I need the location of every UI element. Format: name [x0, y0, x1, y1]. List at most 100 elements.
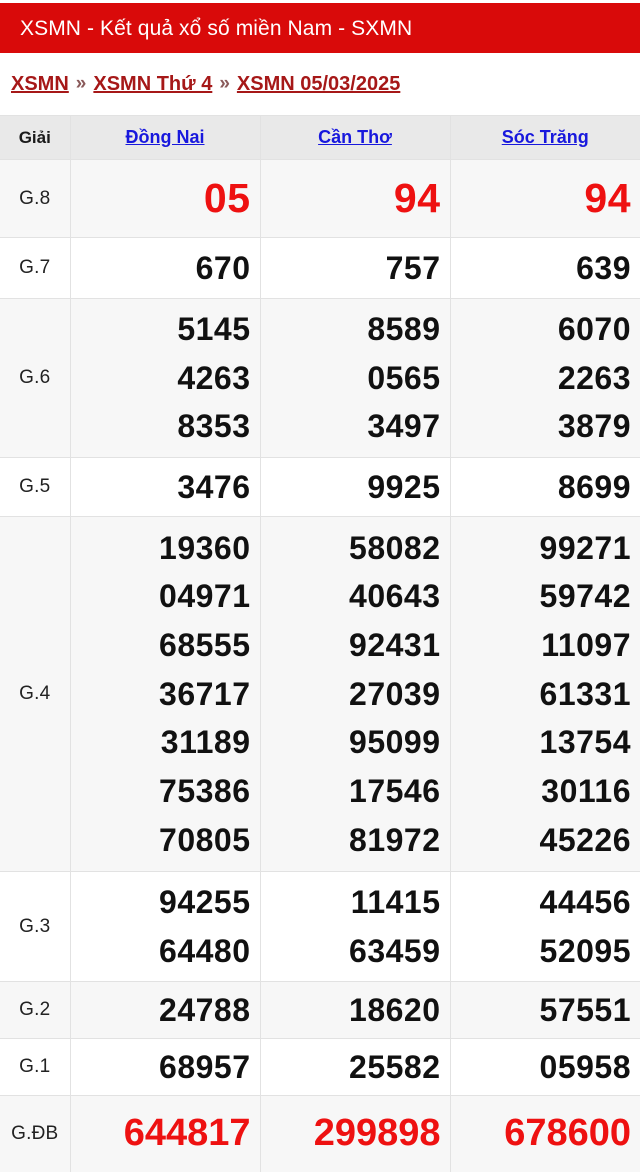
prize-label: G.6: [0, 298, 71, 458]
lottery-number: 18620: [349, 991, 441, 1028]
lottery-number: 40643: [349, 578, 441, 615]
lottery-number: 75386: [159, 772, 251, 809]
lottery-number: 64480: [159, 932, 251, 969]
lottery-number: 94: [584, 174, 631, 221]
lottery-number: 639: [576, 249, 631, 286]
lottery-number: 3879: [557, 408, 631, 445]
prize-numbers-cell: 299898: [259, 1095, 451, 1172]
table-row: G.6 5145 4263 8353 8589 0565 3497 6070 2263 3879: [0, 298, 640, 458]
prize-numbers-cell: 639: [449, 237, 640, 299]
lottery-number: 3497: [367, 408, 441, 445]
lottery-number: 17546: [349, 772, 441, 809]
lottery-number: 2263: [557, 359, 631, 396]
prize-numbers-cell: 58082 40643 92431 27039 95099 17546 81972: [259, 516, 451, 872]
column-header-province-1: Cần Thơ: [259, 115, 451, 160]
breadcrumb-item-1[interactable]: XSMN Thứ 4: [93, 73, 212, 96]
lottery-number: 644817: [123, 1112, 251, 1155]
prize-numbers-cell: 05: [69, 159, 261, 238]
table-row: G.2 24788 18620 57551: [0, 981, 640, 1039]
prize-numbers-cell: 19360 04971 68555 36717 31189 75386 70805: [69, 516, 261, 872]
prize-label: G.3: [0, 871, 71, 982]
column-header-prize: Giải: [0, 115, 71, 160]
table-body: G.8 05 94 94 G.7 670 757 639 G.6 5145 4263 8353 8589…: [0, 159, 640, 1172]
prize-numbers-cell: 8699: [449, 457, 640, 517]
prize-label: G.7: [0, 237, 71, 299]
prize-numbers-cell: 8589 0565 3497: [259, 298, 451, 458]
lottery-number: 68555: [159, 627, 251, 664]
prize-numbers-cell: 757: [259, 237, 451, 299]
prize-numbers-cell: 6070 2263 3879: [449, 298, 640, 458]
province-link-dong-nai[interactable]: Đồng Nai: [126, 127, 205, 147]
breadcrumb: XSMN » XSMN Thứ 4 » XSMN 05/03/2025: [0, 53, 640, 115]
lottery-number: 36717: [159, 675, 251, 712]
lottery-number: 19360: [159, 529, 251, 566]
prize-numbers-cell: 11415 63459: [259, 871, 451, 982]
lottery-number: 678600: [504, 1112, 631, 1155]
prize-label: G.1: [0, 1038, 71, 1096]
lottery-number: 25582: [349, 1048, 441, 1085]
prize-label: G.2: [0, 981, 71, 1039]
table-row: G.4 19360 04971 68555 36717 31189 75386 70805 58…: [0, 516, 640, 872]
lottery-results-table: Giải Đồng Nai Cần Thơ Sóc Trăng G.8 05 94 9…: [0, 115, 640, 1172]
lottery-number: 45226: [539, 821, 631, 858]
prize-numbers-cell: 5145 4263 8353: [69, 298, 261, 458]
lottery-number: 5145: [177, 311, 251, 348]
prize-numbers-cell: 25582: [259, 1038, 451, 1096]
table-row: G.1 68957 25582 05958: [0, 1038, 640, 1096]
lottery-number: 30116: [541, 772, 631, 809]
lottery-number: 59742: [539, 578, 631, 615]
prize-label: G.8: [0, 159, 71, 238]
prize-label: G.ĐB: [0, 1095, 71, 1172]
lottery-number: 05: [203, 174, 251, 221]
prize-numbers-cell: 3476: [69, 457, 261, 517]
lottery-number: 52095: [539, 932, 631, 969]
lottery-number: 8699: [557, 468, 631, 505]
lottery-number: 299898: [313, 1112, 441, 1155]
breadcrumb-separator-0: »: [75, 73, 87, 94]
prize-numbers-cell: 24788: [69, 981, 261, 1039]
prize-numbers-cell: 68957: [69, 1038, 261, 1096]
lottery-number: 94255: [159, 883, 251, 920]
table-row: G.8 05 94 94: [0, 159, 640, 238]
lottery-number: 757: [385, 249, 441, 286]
table-row: G.3 94255 64480 11415 63459 44456 52095: [0, 871, 640, 982]
lottery-number: 3476: [177, 468, 251, 505]
lottery-number: 04971: [159, 578, 251, 615]
province-link-soc-trang[interactable]: Sóc Trăng: [502, 127, 589, 147]
lottery-number: 81972: [349, 821, 441, 858]
page-root: XSMN - Kết quả xổ số miền Nam - SXMN XSM…: [0, 0, 640, 1172]
lottery-number: 44456: [539, 883, 631, 920]
table-row: G.5 3476 9925 8699: [0, 457, 640, 517]
lottery-number: 99271: [539, 529, 631, 566]
lottery-number: 05958: [539, 1048, 631, 1085]
prize-label: G.4: [0, 516, 71, 872]
lottery-number: 6070: [557, 311, 631, 348]
column-header-province-2: Sóc Trăng: [449, 115, 640, 160]
lottery-number: 8353: [177, 408, 251, 445]
lottery-number: 57551: [539, 991, 631, 1028]
prize-numbers-cell: 644817: [69, 1095, 261, 1172]
column-header-province-0: Đồng Nai: [69, 115, 261, 160]
lottery-number: 58082: [349, 529, 441, 566]
table-row: G.ĐB 644817 299898 678600: [0, 1095, 640, 1172]
prize-numbers-cell: 678600: [449, 1095, 640, 1172]
prize-numbers-cell: 670: [69, 237, 261, 299]
lottery-number: 63459: [349, 932, 441, 969]
prize-numbers-cell: 94: [259, 159, 451, 238]
lottery-number: 11097: [541, 627, 631, 664]
breadcrumb-item-0[interactable]: XSMN: [11, 73, 69, 96]
lottery-number: 4263: [177, 359, 251, 396]
prize-numbers-cell: 9925: [259, 457, 451, 517]
province-link-can-tho[interactable]: Cần Thơ: [318, 127, 392, 147]
prize-numbers-cell: 57551: [449, 981, 640, 1039]
lottery-number: 92431: [349, 627, 441, 664]
breadcrumb-item-2[interactable]: XSMN 05/03/2025: [237, 73, 400, 96]
lottery-number: 68957: [159, 1048, 251, 1085]
prize-numbers-cell: 44456 52095: [449, 871, 640, 982]
lottery-number: 94: [393, 174, 441, 221]
lottery-number: 61331: [539, 675, 631, 712]
lottery-number: 95099: [349, 724, 441, 761]
page-title: XSMN - Kết quả xổ số miền Nam - SXMN: [20, 16, 413, 40]
lottery-number: 11415: [350, 883, 441, 920]
lottery-number: 8589: [367, 311, 441, 348]
